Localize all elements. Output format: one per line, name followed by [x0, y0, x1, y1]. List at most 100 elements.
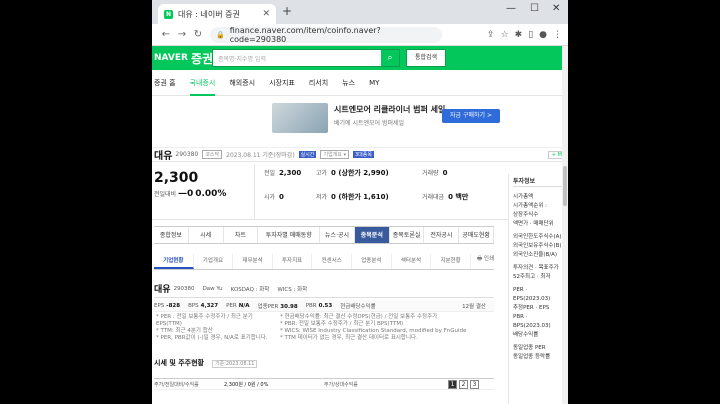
maximize-icon[interactable]: ☐ [530, 3, 539, 14]
realtime-button[interactable]: 실시간 [298, 151, 317, 158]
side-line: 외국인한도주식수(A) [513, 234, 562, 240]
change-percent: 0.00% [195, 189, 227, 199]
total-search-button[interactable]: 통합검색 [406, 49, 446, 67]
menu-news[interactable]: 뉴스 [342, 70, 355, 96]
tab-price[interactable]: 시세 [189, 227, 224, 243]
share-icon[interactable]: ⇪ [487, 30, 495, 40]
top3-button[interactable]: 3대종목 [352, 151, 374, 158]
ad-banner[interactable]: 시트엔모어 리클라이너 범퍼 세일 베기에 시트엔모어 범퍼세일 자금 구매하기… [152, 96, 568, 148]
back-icon[interactable]: ← [158, 29, 174, 40]
tab-short-selling[interactable]: 공매도현황 [459, 227, 495, 243]
side-line: 외국인보유주식수(B) [513, 243, 562, 249]
forward-icon[interactable]: → [174, 29, 190, 40]
tab-strip: N 대유 : 네이버 증권 ✕ + — ☐ ✕ [152, 0, 568, 24]
pbr-item: PBR 0.53 [305, 302, 333, 309]
new-tab-icon[interactable]: + [282, 4, 292, 18]
side-line: 동일업종 PER [513, 345, 546, 351]
section-title: 시세 및 주주현황 기준:2023.08.11 [154, 358, 494, 368]
reload-icon[interactable]: ↻ [190, 29, 206, 40]
footnote: * PBR: 전일 보통주 수정주가 / 최근 분기 BPS(TTM) [280, 321, 404, 327]
naver-header: NAVER 증권 종목명·지수명 입력 ⌕ 통합검색 [152, 46, 568, 70]
change-value: —0 [178, 189, 194, 199]
menu-overseas[interactable]: 해외증시 [229, 70, 255, 96]
side-line: 외국인소진율(B/A) [513, 252, 558, 258]
ad-subtitle: 베기에 시트엔모어 범퍼세일 [334, 120, 405, 127]
scrollbar-thumb[interactable] [563, 166, 567, 206]
search-placeholder: 종목명·지수명 입력 [218, 55, 266, 63]
page-3[interactable]: 3 [470, 380, 479, 389]
industry-per-item: 업종PER 30.98 [257, 303, 298, 310]
menu-home[interactable]: 증권 홈 [154, 70, 176, 96]
tab-investor-trend[interactable]: 투자자별 매매동향 [258, 227, 321, 243]
stock-title-bar: 대유 290380 코스닥 2023.08.11 기준(장마감) 실시간 기업개… [152, 148, 568, 162]
volume: 거래량 0 [422, 169, 448, 177]
finance-logo[interactable]: 증권 [191, 50, 213, 67]
bps-item: BPS 4,327 [188, 302, 219, 309]
subtab-status[interactable]: 기업현황 [154, 254, 194, 269]
ad-image [272, 103, 328, 133]
main-tabs: 종합정보 시세 차트 투자자별 매매동향 뉴스·공시 종목분석 종목토론실 전자… [154, 226, 495, 244]
prev-close: 전일 2,300 [264, 169, 302, 177]
company-overview-button[interactable]: 기업개요 ▾ [320, 150, 349, 159]
quote-date: 2023.08.11 기준(장마감) [226, 152, 295, 159]
tab-discussion[interactable]: 종목토론실 [390, 227, 425, 243]
browser-tab[interactable]: N 대유 : 네이버 증권 ✕ [158, 4, 276, 24]
close-tab-icon[interactable]: ✕ [262, 9, 270, 19]
subtab-industry[interactable]: 업종분석 [352, 254, 392, 269]
stock-search-input[interactable]: 종목명·지수명 입력 ⌕ [212, 49, 400, 67]
side-line: 배당수익률 [513, 332, 539, 338]
print-button[interactable]: 🖶 인쇄 [471, 254, 494, 269]
market-badge: 코스닥 [202, 150, 223, 159]
menu-research[interactable]: 리서치 [309, 70, 328, 96]
sidebar-icon[interactable]: ▯ [528, 30, 533, 40]
lock-icon: 🔒 [216, 30, 225, 39]
subtab-overview[interactable]: 기업개요 [194, 254, 234, 269]
tab-chart[interactable]: 차트 [224, 227, 259, 243]
subtab-consensus[interactable]: 컨센서스 [312, 254, 353, 269]
subtab-sector[interactable]: 섹터분석 [392, 254, 432, 269]
naver-logo[interactable]: NAVER [154, 53, 188, 63]
print-label: 인쇄 [483, 256, 495, 262]
menu-my[interactable]: MY [369, 70, 379, 96]
company-block: 대유 290380 Daw Yu KOSDAQ : 화학 WICS : 화학 E… [154, 280, 494, 390]
page-2[interactable]: 2 [459, 380, 468, 389]
company-wics: WICS : 화학 [277, 286, 308, 293]
address-bar[interactable]: 🔒 finance.naver.com/item/coinfo.naver?co… [210, 26, 442, 44]
side-line: PBR · BPS(2023.03) [513, 314, 551, 329]
ad-buy-button[interactable]: 자금 구매하기 > [442, 109, 500, 123]
tab-disclosure[interactable]: 전자공시 [424, 227, 460, 243]
side-line: 추정PER · EPS [513, 305, 550, 311]
tab-analysis[interactable]: 종목분석 [354, 227, 390, 243]
menu-domestic[interactable]: 국내증시 [189, 70, 215, 96]
extensions-icon[interactable]: ✱ [515, 30, 523, 40]
bookmark-star-icon[interactable]: ☆ [501, 30, 509, 40]
side-line: 동일업종 등락률 [513, 354, 551, 360]
tab-summary[interactable]: 종합정보 [154, 227, 189, 243]
menu-indicators[interactable]: 시장지표 [269, 70, 295, 96]
scrollbar[interactable] [562, 46, 568, 404]
subtab-indicators[interactable]: 투자지표 [273, 254, 313, 269]
search-icon[interactable]: ⌕ [381, 50, 399, 66]
subtab-shareholding[interactable]: 지분현황 [431, 254, 471, 269]
investment-info-title: 투자정보 [513, 177, 564, 187]
low-price: 저가 0 (하한가 1,610) [316, 193, 389, 201]
side-line: PER · EPS(2023.03) [513, 287, 551, 302]
row-label: 주가/전일대비/수익률 [154, 381, 199, 388]
minimize-icon[interactable]: — [506, 3, 516, 14]
company-market: KOSDAQ : 화학 [230, 286, 270, 293]
menu-kebab-icon[interactable]: ⋮ [553, 30, 562, 40]
tab-news[interactable]: 뉴스·공시 [320, 227, 355, 243]
side-line: 시가총액순위 : [513, 203, 547, 209]
ad-title: 시트엔모어 리클라이너 범퍼 세일 [334, 105, 446, 114]
page-1[interactable]: 1 [448, 380, 457, 389]
close-window-icon[interactable]: ✕ [552, 3, 560, 14]
open-price: 시가 0 [264, 193, 284, 201]
footnote: * 현금배당수익률: 최근 결산 수정DPS(현금) / 전일 보통주 수정주가 [280, 314, 438, 320]
subtab-financial[interactable]: 재무분석 [233, 254, 273, 269]
change-label: 전일대비 [154, 191, 177, 198]
company-code: 290380 [173, 285, 195, 292]
ratio-bar: EPS -828 BPS 4,327 PER N/A 업종PER 30.98 PBR 0.… [154, 300, 494, 312]
tab-title: 대유 : 네이버 증권 [178, 9, 240, 19]
profile-icon[interactable]: ● [539, 30, 547, 40]
side-line: 시가총액 [513, 194, 534, 200]
